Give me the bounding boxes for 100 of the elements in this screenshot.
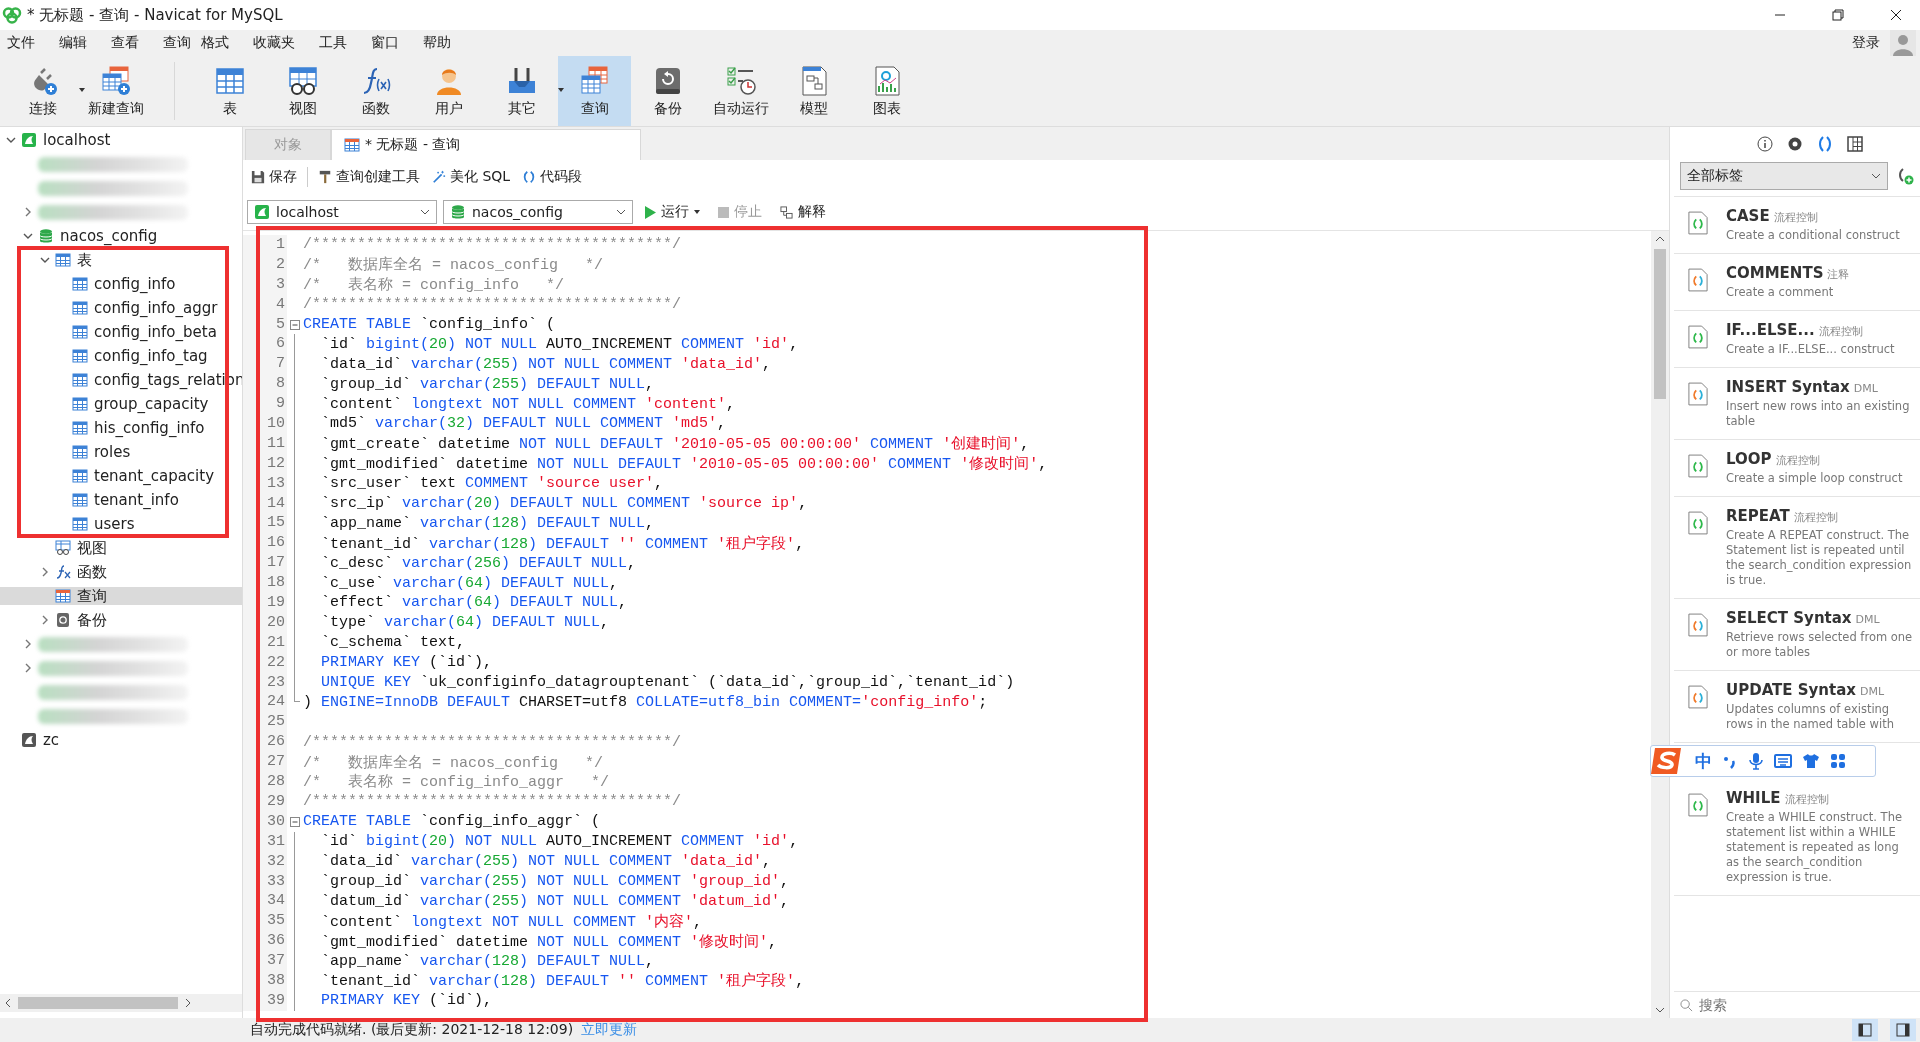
toolbar-button[interactable]: 新建查询 — [79, 56, 152, 126]
line-number: 37 — [243, 951, 287, 971]
tree-item[interactable]: config_info_beta — [0, 323, 242, 341]
line-number: 35 — [243, 911, 287, 932]
snippet-tag: DML — [1855, 613, 1880, 626]
toolbar-button[interactable]: 表 — [193, 56, 266, 126]
line-number: 25 — [243, 712, 287, 733]
tree-item[interactable]: 函数 — [0, 563, 242, 581]
tree-item[interactable]: tenant_capacity — [0, 467, 242, 485]
snippet-item[interactable]: LOOP 流程控制 Create a simple loop construct — [1674, 440, 1920, 497]
query-tool-button[interactable]: 保存 — [247, 166, 301, 188]
line-number: 19 — [243, 593, 287, 613]
line-number: 7 — [243, 354, 287, 375]
code-line: `c_desc` varchar(256) DEFAULT NULL, — [320, 554, 637, 572]
tag-filter-dropdown[interactable]: 全部标签 — [1680, 162, 1888, 190]
code-line: `content` longtext NOT NULL COMMENT '内容', — [320, 912, 703, 931]
menu-item[interactable]: 格式 — [201, 34, 253, 52]
snippet-title: SELECT Syntax — [1726, 609, 1852, 627]
query-tool-button[interactable]: 美化 SQL — [428, 166, 515, 188]
tree-item[interactable]: zc — [0, 731, 242, 749]
editor-tab[interactable]: * 无标题 - 查询 — [331, 129, 641, 160]
toolbar-button[interactable]: 自动运行 — [704, 56, 777, 126]
menu-item[interactable]: 收藏夹 — [253, 34, 319, 52]
query-tool-button[interactable]: 查询创建工具 — [314, 166, 424, 188]
snippet-item[interactable]: SELECT Syntax DML Retrieve rows selected from one or more tables — [1674, 599, 1920, 671]
line-number: 28 — [243, 772, 287, 792]
tree-item[interactable]: nacos_config — [0, 227, 242, 245]
snippet-item[interactable]: REPEAT 流程控制 Create A REPEAT construct. The Statement list is repeated until the search_condition expression is true. — [1674, 497, 1920, 599]
menu-item[interactable]: 查看 — [111, 34, 163, 52]
toolbar-button[interactable]: 函数 — [339, 56, 412, 126]
snippet-tag: 流程控制 — [1784, 792, 1829, 807]
connection-dropdown[interactable]: localhost — [247, 200, 437, 224]
status-message: 自动完成代码就绪. (最后更新: 2021-12-18 12:09) — [250, 1021, 574, 1039]
database-dropdown[interactable]: nacos_config — [443, 200, 633, 224]
login-link[interactable]: 登录 — [1852, 34, 1880, 52]
toolbar-button[interactable]: 模型 — [777, 56, 850, 126]
snippet-tag: 注释 — [1827, 267, 1850, 282]
code-line: `md5` varchar(32) DEFAULT NULL COMMENT 'md5', — [320, 415, 727, 433]
toolbar-button[interactable]: 备份 — [631, 56, 704, 126]
code-line: PRIMARY KEY (`id`), — [320, 654, 493, 672]
code-line: UNIQUE KEY `uk_configinfo_datagrouptenant` (`data_id`,`group_id`,`tenant_id`) — [320, 674, 1015, 692]
code-line: `data_id` varchar(255) NOT NULL COMMENT 'data_id', — [320, 853, 772, 871]
code-line: `gmt_modified` datetime NOT NULL COMMENT '修改时间', — [320, 932, 778, 951]
snippet-tag: 流程控制 — [1793, 510, 1838, 525]
snippet-description: Create a WHILE construct. The statement list within a WHILE statement is repeated as long as the search_condition expression is true. — [1726, 810, 1903, 885]
code-line: CREATE TABLE `config_info` ( — [303, 316, 556, 333]
action-button[interactable]: 运行 — [639, 201, 706, 223]
toolbar-button[interactable]: 视图 — [266, 56, 339, 126]
line-number: 17 — [243, 553, 287, 574]
tree-item[interactable]: 备份 — [0, 611, 242, 629]
tree-item[interactable]: roles — [0, 443, 242, 461]
toolbar-button[interactable]: 用户 — [412, 56, 485, 126]
menu-item[interactable]: 编辑 — [59, 34, 111, 52]
action-button[interactable]: 解释 — [774, 201, 832, 223]
snippet-title: LOOP — [1726, 450, 1772, 468]
menu-item[interactable]: 文件 — [7, 34, 59, 52]
snippet-item[interactable]: CASE 流程控制 Create a conditional construct — [1674, 197, 1920, 254]
snippet-description: Create a comment — [1726, 285, 1835, 300]
menu-item[interactable]: 查询 — [163, 34, 201, 52]
menu-item[interactable]: 窗口 — [371, 34, 423, 52]
tree-item[interactable]: 查询 — [0, 587, 242, 605]
code-line: `c_use` varchar(64) DEFAULT NULL, — [320, 574, 619, 592]
toolbar-button[interactable]: 查询 — [558, 56, 631, 126]
tree-item[interactable]: 视图 — [0, 539, 242, 557]
snippet-item[interactable]: IF...ELSE... 流程控制 Create a IF...ELSE... construct — [1674, 311, 1920, 368]
snippet-tag: DML — [1853, 382, 1878, 395]
snippet-title: UPDATE Syntax — [1726, 681, 1856, 699]
menu-item[interactable]: 工具 — [319, 34, 371, 52]
toolbar-button[interactable]: 其它 — [485, 56, 558, 126]
line-number: 26 — [243, 732, 287, 753]
tree-item[interactable]: his_config_info — [0, 419, 242, 437]
snippet-title: CASE — [1726, 207, 1770, 225]
query-tool-button[interactable]: 代码段 — [518, 166, 587, 188]
code-line: ) ENGINE=InnoDB DEFAULT CHARSET=utf8 COLLATE=utf8_bin COMMENT='config_info'; — [303, 693, 988, 711]
snippet-item[interactable]: WHILE 流程控制 Create a WHILE construct. The statement list within a WHILE statement is repeated as long as the search_condition expression is true. — [1674, 779, 1920, 896]
tree-item[interactable]: localhost — [0, 131, 242, 149]
ime-mode-toggle[interactable]: 中 — [1695, 749, 1712, 773]
search-field[interactable]: 搜索 — [1697, 996, 1881, 1014]
tree-item[interactable]: config_info_aggr — [0, 299, 242, 317]
toolbar-button[interactable]: 连接 — [6, 56, 79, 126]
code-line: `group_id` varchar(255) NOT NULL COMMENT 'group_id', — [320, 872, 790, 890]
toolbar-button[interactable]: 图表 — [850, 56, 923, 126]
line-number: 24 — [243, 692, 287, 713]
tree-item[interactable]: tenant_info — [0, 491, 242, 509]
snippet-item[interactable]: UPDATE Syntax DML Updates columns of existing rows in the named table with — [1674, 671, 1920, 743]
snippet-item[interactable]: COMMENTS 注释 Create a comment — [1674, 254, 1920, 311]
menu-item[interactable]: 帮助 — [423, 34, 475, 52]
code-line: /* 数据库全名 = nacos_config */ — [303, 255, 604, 275]
tree-item[interactable]: users — [0, 515, 242, 533]
tree-item[interactable]: 表 — [0, 251, 242, 269]
code-line: `gmt_modified` datetime NOT NULL DEFAULT '2010-05-05 00:00:00' COMMENT '修改时间', — [320, 454, 1048, 474]
tree-item[interactable]: group_capacity — [0, 395, 242, 413]
code-line: /****************************************/ — [303, 733, 682, 751]
snippet-tag: DML — [1860, 685, 1885, 698]
tree-item[interactable]: config_info — [0, 275, 242, 293]
snippet-item[interactable]: INSERT Syntax DML Insert new rows into an existing table — [1674, 368, 1920, 440]
tree-item[interactable]: config_info_tag — [0, 347, 242, 365]
code-line: `id` bigint(20) NOT NULL AUTO_INCREMENT COMMENT 'id', — [320, 335, 799, 353]
code-line: CREATE TABLE `config_info_aggr` ( — [303, 813, 601, 831]
snippet-title: INSERT Syntax — [1726, 378, 1850, 396]
